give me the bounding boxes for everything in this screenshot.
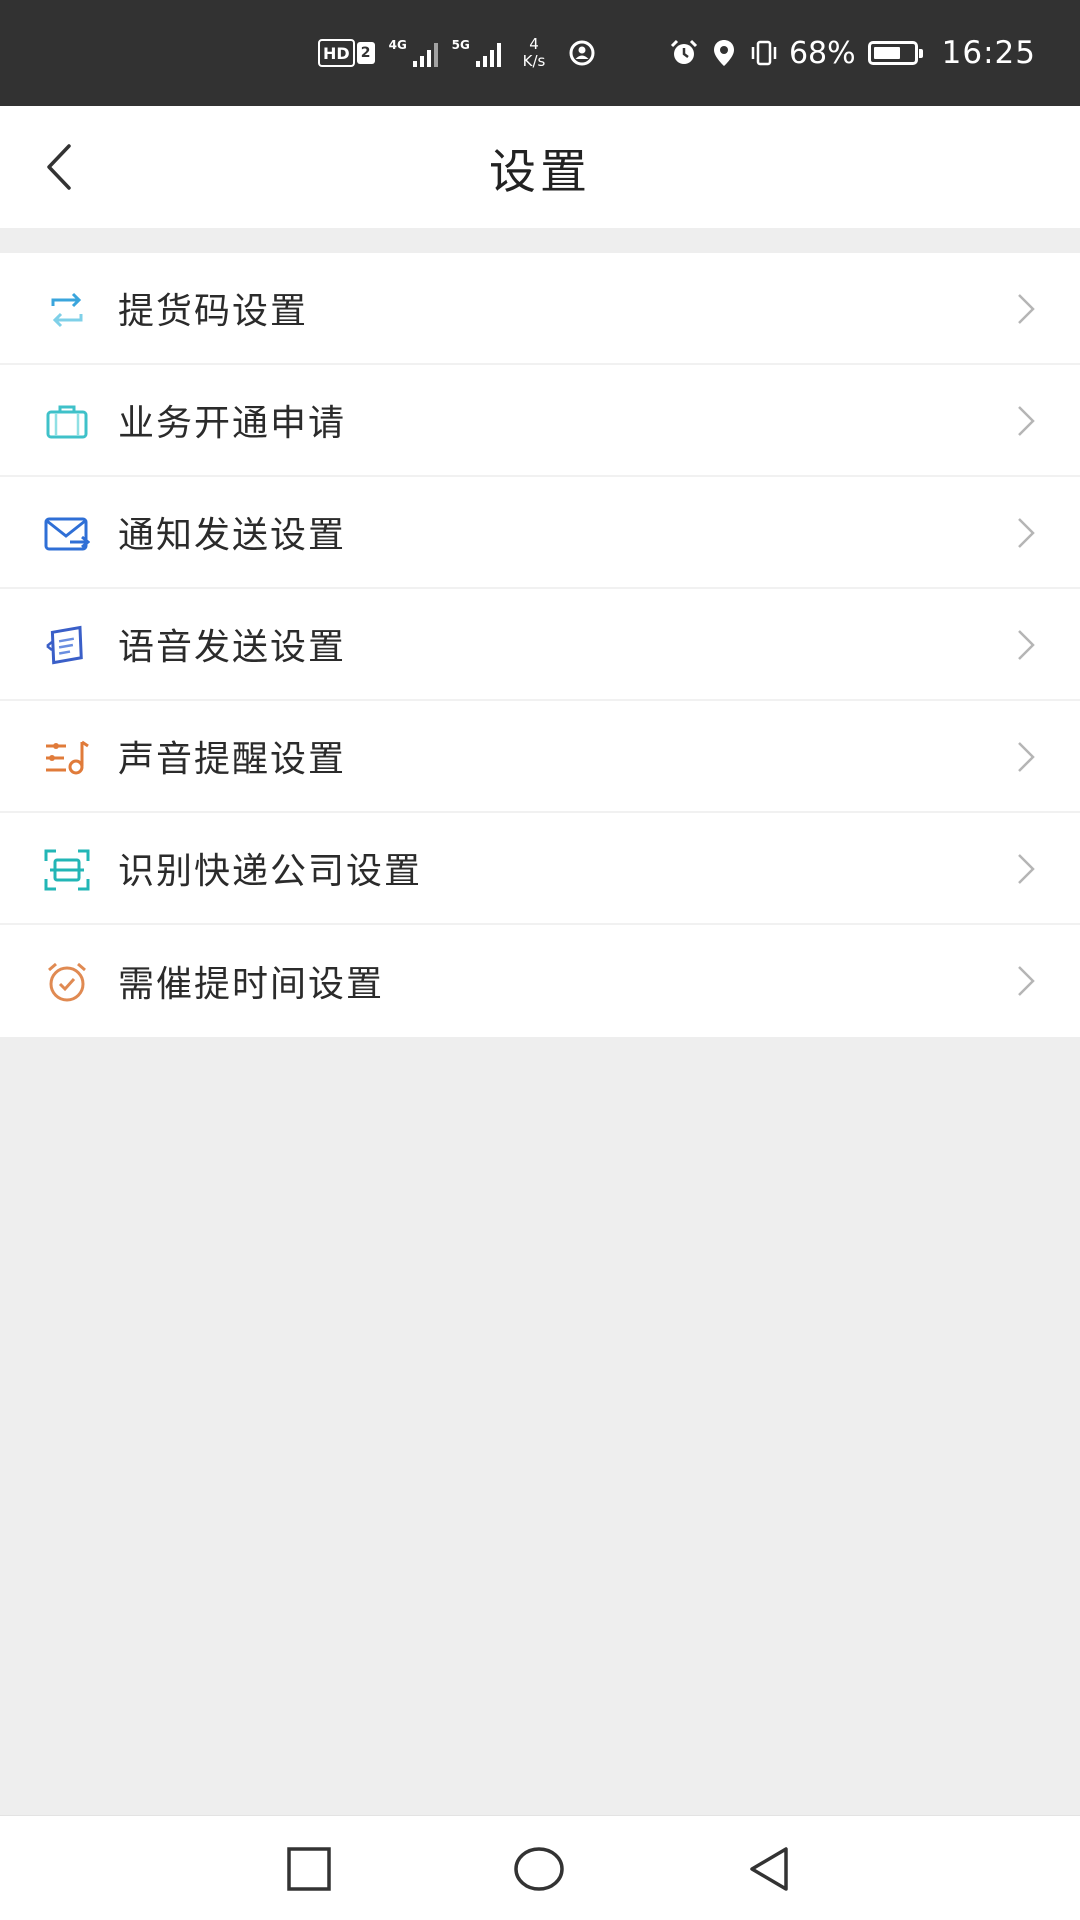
menu-item-pickup-code[interactable]: 提货码设置 (0, 253, 1080, 365)
menu-item-sound-reminder[interactable]: 声音提醒设置 (0, 701, 1080, 813)
sim-badge: 2 (356, 42, 375, 64)
settings-screen: HD 2 4G 5G 4 K/s 68% 16:25 设置 提货码设置 业务开通… (0, 0, 1080, 1920)
briefcase-icon (44, 399, 90, 445)
system-navigation-bar (0, 1815, 1080, 1920)
chevron-right-icon (1018, 742, 1035, 772)
menu-label-pickup-code: 提货码设置 (118, 291, 309, 332)
hd-icon: HD 2 (318, 39, 375, 67)
navigation-header: 设置 (0, 106, 1080, 228)
recent-apps-button[interactable] (278, 1838, 340, 1900)
home-button[interactable] (508, 1838, 570, 1900)
refresh-arrows-icon (44, 287, 90, 333)
menu-label-notification-settings: 通知发送设置 (118, 515, 347, 556)
hotspot-icon (569, 40, 595, 66)
status-bar: HD 2 4G 5G 4 K/s 68% 16:25 (0, 0, 1080, 106)
network-speed-value: 4 (529, 35, 539, 53)
signal-5g-icon: 5G (452, 39, 501, 67)
chevron-right-icon (1018, 518, 1035, 548)
vibrate-icon (751, 40, 777, 66)
menu-label-reminder-time: 需催提时间设置 (118, 964, 385, 1005)
square-icon (287, 1847, 331, 1891)
menu-item-courier-recognition[interactable]: 识别快递公司设置 (0, 813, 1080, 925)
circle-icon (514, 1847, 564, 1891)
battery-icon (867, 41, 923, 65)
scan-icon (44, 847, 90, 893)
chevron-right-icon (1018, 966, 1035, 996)
status-left-group: HD 2 4G 5G 4 K/s (318, 0, 597, 106)
menu-label-courier-recognition: 识别快递公司设置 (118, 851, 423, 892)
network-type-2: 5G (451, 38, 470, 52)
menu-label-sound-reminder: 声音提醒设置 (118, 739, 347, 780)
chevron-right-icon (1018, 854, 1035, 884)
location-icon (713, 40, 734, 66)
battery-fill (873, 47, 900, 59)
sound-settings-icon (44, 735, 90, 781)
menu-label-voice-settings: 语音发送设置 (118, 627, 347, 668)
network-speed-unit: K/s (522, 52, 546, 70)
network-speed: 4 K/s (523, 36, 546, 70)
menu-item-notification-settings[interactable]: 通知发送设置 (0, 477, 1080, 589)
menu-item-voice-settings[interactable]: 语音发送设置 (0, 589, 1080, 701)
status-right-group: 68% 16:25 (669, 35, 1036, 71)
battery-percent: 68% (788, 35, 856, 71)
status-time: 16:25 (941, 35, 1036, 71)
hd-badge: HD (318, 39, 355, 67)
chevron-right-icon (1018, 406, 1035, 436)
back-nav-button[interactable] (738, 1838, 800, 1900)
back-button[interactable] (30, 137, 90, 197)
network-type-1: 4G (388, 38, 407, 52)
settings-menu-list: 提货码设置 业务开通申请 通知发送设置 语音发送设置 声音提醒设置 识别快递公司… (0, 253, 1080, 1037)
chevron-right-icon (1018, 630, 1035, 660)
menu-label-business-application: 业务开通申请 (118, 403, 347, 444)
chevron-right-icon (1018, 294, 1035, 324)
alarm-icon (670, 39, 698, 64)
menu-item-reminder-time[interactable]: 需催提时间设置 (0, 925, 1080, 1037)
page-title: 设置 (489, 144, 591, 200)
signal-4g-icon: 4G (389, 39, 438, 67)
menu-item-business-application[interactable]: 业务开通申请 (0, 365, 1080, 477)
voice-message-icon (44, 623, 90, 669)
mail-send-icon (44, 511, 90, 557)
triangle-back-icon (750, 1847, 788, 1891)
chevron-left-icon (47, 144, 71, 190)
alarm-clock-icon (44, 959, 90, 1005)
